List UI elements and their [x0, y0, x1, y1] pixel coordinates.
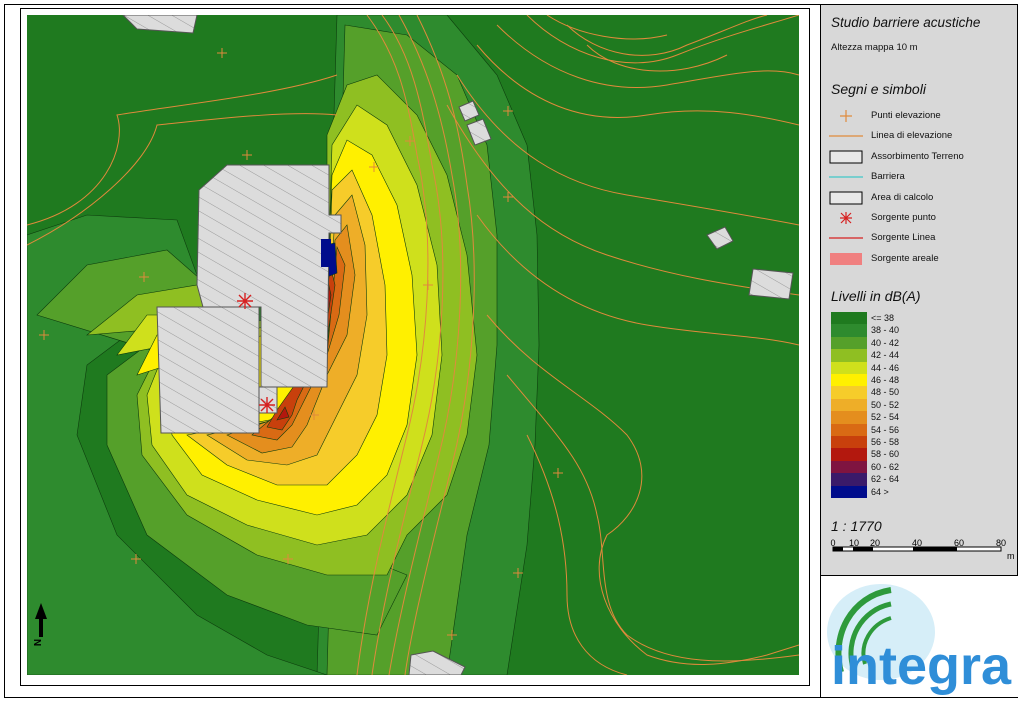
legend-symbol-line	[829, 129, 863, 143]
legend-item: Barriera	[829, 168, 1014, 186]
level-swatch	[831, 411, 867, 424]
level-label: 48 - 50	[871, 387, 900, 398]
map-title: Studio barriere acustiche	[831, 15, 981, 30]
level-label: 60 - 62	[871, 461, 900, 472]
map-subtitle: Altezza mappa 10 m	[831, 42, 918, 53]
legend-symbol-box	[829, 191, 863, 205]
point-source-1[interactable]	[237, 293, 253, 309]
level-label: 56 - 58	[871, 437, 900, 447]
level-item: <= 38	[831, 312, 901, 325]
scale-tick-label: 10	[849, 539, 859, 548]
legend-symbol-plus	[829, 109, 863, 123]
scale-unit: m	[1007, 551, 1015, 561]
level-swatch	[831, 374, 867, 387]
legend-item: Assorbimento Terreno	[829, 148, 1014, 166]
level-label: 42 - 44	[871, 350, 900, 361]
level-swatch	[831, 473, 867, 486]
legend-symbol-fill	[829, 252, 863, 266]
scale-tick-label: 40	[912, 539, 922, 548]
level-swatch	[831, 336, 867, 350]
building-southwest	[156, 306, 260, 434]
scale-tick-label: 80	[996, 539, 1006, 548]
level-item: 56 - 58	[831, 436, 901, 449]
legend-item: Sorgente Linea	[829, 229, 1014, 247]
legend-symbol-line	[829, 231, 863, 245]
legend-symbol-box	[829, 150, 863, 164]
level-item: 58 - 60	[831, 448, 901, 461]
level-swatch	[831, 485, 867, 498]
level-swatch	[831, 398, 867, 412]
logo-graphic: integra	[827, 584, 1012, 696]
legend-item: Linea di elevazione	[829, 127, 1014, 145]
scale-bar: 0 10 20 40 60 80m	[830, 539, 1015, 561]
legend-heading: Segni e simboli	[831, 81, 926, 97]
levels-heading: Livelli in dB(A)	[831, 288, 921, 304]
legend-item-label: Assorbimento Terreno	[871, 150, 964, 162]
legend-item: Area di calcolo	[829, 189, 1014, 207]
level-item: 44 - 46	[831, 361, 901, 374]
scale-tick-label: 20	[870, 539, 880, 548]
level-label: <= 38	[871, 313, 895, 323]
level-swatch	[831, 423, 867, 436]
level-swatch	[831, 361, 867, 374]
level-swatch	[831, 349, 867, 362]
legend-item: Sorgente areale	[829, 250, 1014, 268]
legend-item-label: Sorgente punto	[871, 212, 936, 223]
level-item: 40 - 42	[831, 336, 901, 350]
level-swatch	[831, 436, 867, 449]
level-label: 46 - 48	[871, 375, 900, 385]
level-swatch	[831, 386, 867, 399]
legend-item-label: Sorgente areale	[871, 252, 939, 264]
noise-map[interactable]	[27, 15, 799, 675]
level-label: 44 - 46	[871, 362, 900, 373]
scale-tick-label: 0	[830, 539, 835, 548]
level-item: 48 - 50	[831, 386, 901, 399]
legend-symbol-asterisk	[829, 211, 863, 225]
legend-item: Sorgente punto	[829, 209, 1014, 227]
legend-item-label: Area di calcolo	[871, 191, 934, 203]
level-swatch	[831, 324, 867, 337]
legend-item-label: Barriera	[871, 171, 905, 183]
level-item: 52 - 54	[831, 411, 901, 424]
noise-peak-patch	[321, 239, 331, 267]
point-source-2[interactable]	[259, 397, 275, 413]
level-item: 64 >	[831, 485, 901, 498]
level-label: 54 - 56	[871, 424, 900, 435]
level-item: 42 - 44	[831, 349, 901, 362]
legend-item-label: Punti elevazione	[871, 110, 941, 121]
legend-item-label: Linea di elevazione	[871, 130, 953, 142]
scale-ratio: 1 : 1770	[831, 518, 882, 534]
level-label: 52 - 54	[871, 412, 900, 423]
level-label: 40 - 42	[871, 337, 900, 348]
level-item: 46 - 48	[831, 374, 901, 387]
level-item: 38 - 40	[831, 324, 901, 337]
level-label: 38 - 40	[871, 325, 900, 336]
level-label: 64 >	[871, 486, 889, 497]
level-label: 62 - 64	[871, 474, 900, 485]
level-swatch	[831, 448, 867, 461]
level-swatch	[831, 460, 867, 474]
north-label: N	[33, 638, 45, 647]
level-label: 50 - 52	[871, 399, 900, 410]
legend-item: Punti elevazione	[829, 107, 1014, 125]
building-east-2	[748, 268, 794, 300]
level-item: 60 - 62	[831, 460, 901, 474]
map-area[interactable]: N	[20, 8, 810, 686]
level-item: 62 - 64	[831, 473, 901, 486]
legend-symbol-line	[829, 170, 863, 184]
legend-panel: Studio barriere acustiche Altezza mappa …	[820, 5, 1018, 697]
logo-text: integra	[831, 636, 1012, 696]
legend-item-label: Sorgente Linea	[871, 232, 936, 244]
level-item: 50 - 52	[831, 398, 901, 412]
integra-logo: integra	[821, 575, 1018, 697]
level-label: 58 - 60	[871, 449, 900, 460]
scale-tick-label: 60	[954, 539, 964, 548]
level-item: 54 - 56	[831, 423, 901, 436]
level-swatch	[831, 312, 867, 325]
